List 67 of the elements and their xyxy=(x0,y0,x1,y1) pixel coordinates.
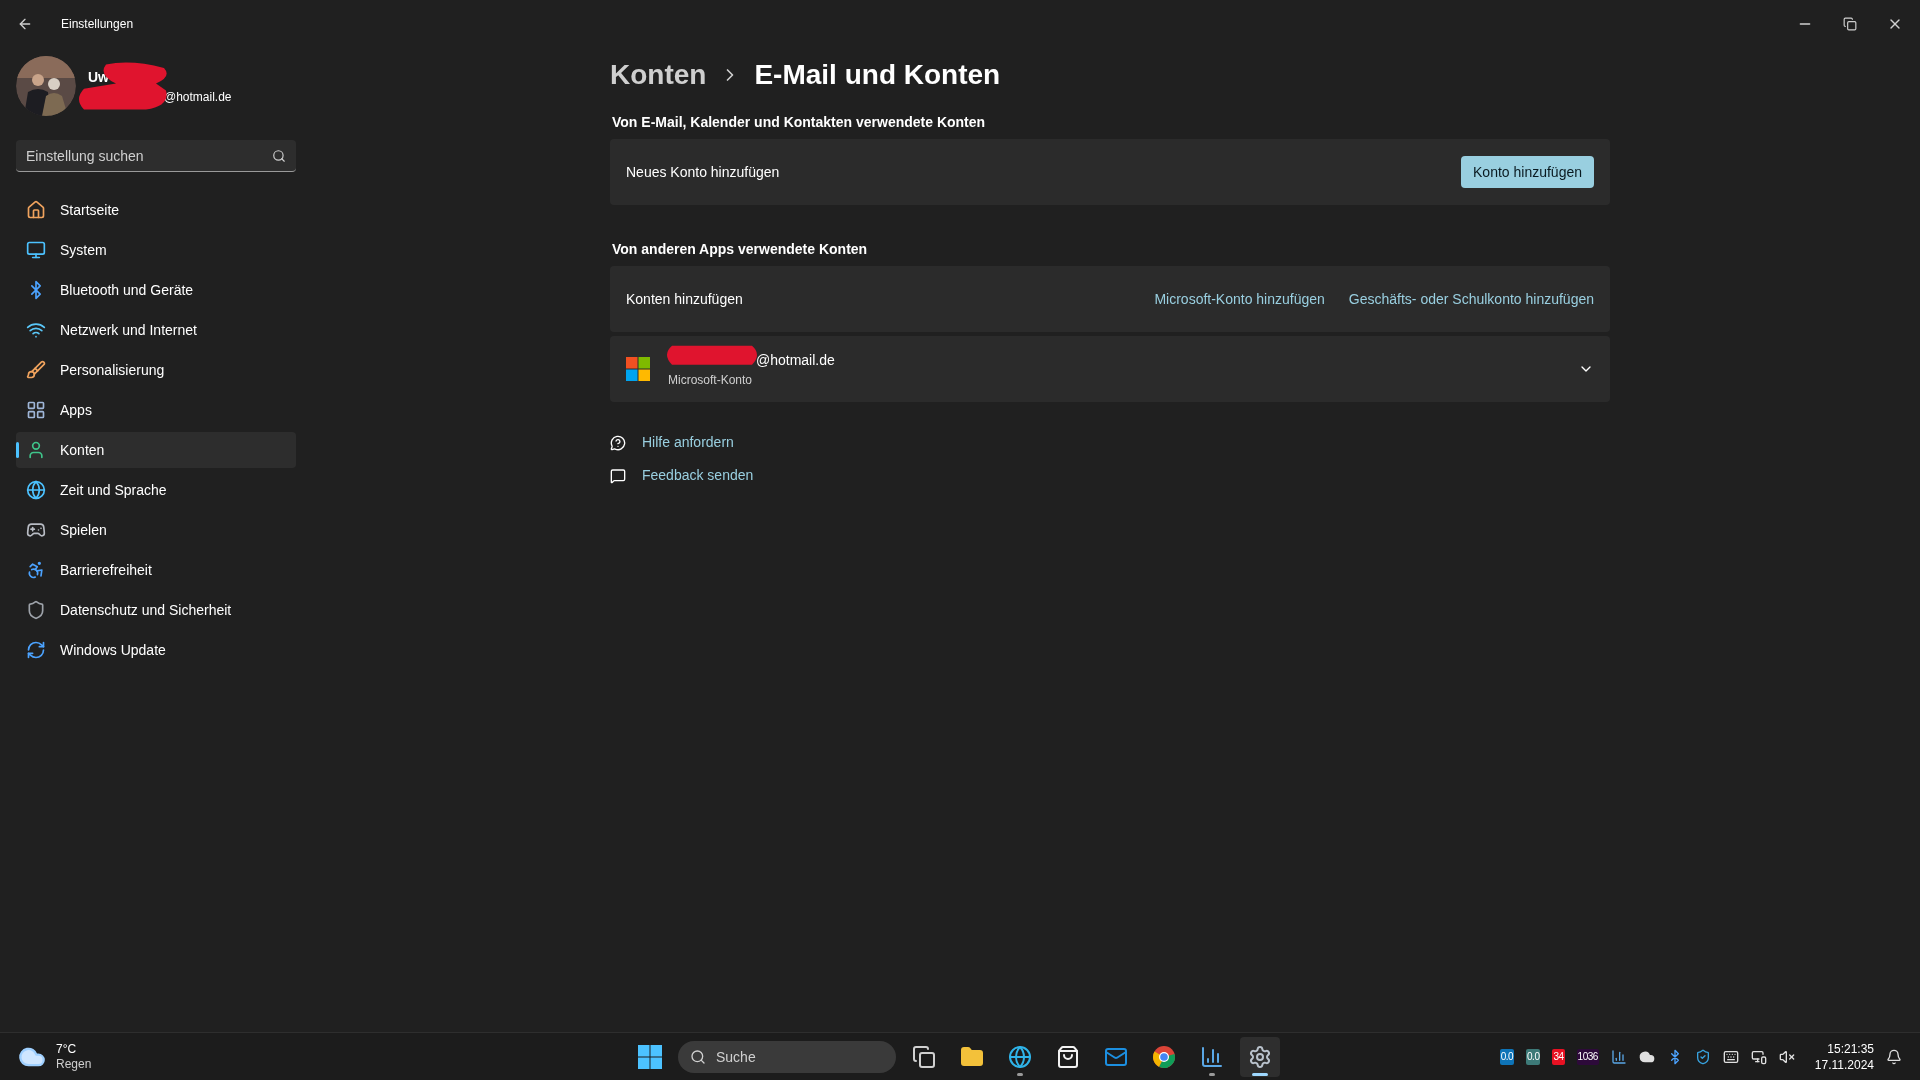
feedback-icon xyxy=(610,467,626,484)
section-heading: Von anderen Apps verwendete Konten xyxy=(612,240,869,259)
profile-email: @hotmail.de xyxy=(164,88,232,106)
keyboard-icon[interactable] xyxy=(1722,1048,1739,1065)
weather-condition: Regen xyxy=(56,1056,92,1072)
add-account-link[interactable]: Geschäfts- oder Schulkonto hinzufügen xyxy=(1348,288,1594,310)
shield-icon xyxy=(26,600,46,620)
taskbar-search[interactable]: Suche xyxy=(678,1040,896,1073)
breadcrumb-link[interactable]: Konten xyxy=(610,54,707,96)
weather-temperature: 7°C xyxy=(56,1041,78,1057)
account-email: @hotmail.de xyxy=(756,350,836,370)
account-type: Microsoft-Konto xyxy=(668,371,754,389)
back-icon[interactable] xyxy=(17,16,33,32)
sidebar-item[interactable]: Windows Update xyxy=(16,632,296,668)
help-link[interactable]: Feedback senden xyxy=(642,465,754,486)
add-account-link[interactable]: Microsoft-Konto hinzufügen xyxy=(1154,288,1325,310)
section-heading: Von E-Mail, Kalender und Kontakten verwendete Konten xyxy=(612,113,987,132)
shield-icon[interactable] xyxy=(1694,1048,1711,1065)
settings-icon[interactable] xyxy=(1248,1044,1272,1069)
accessibility-icon xyxy=(26,560,46,580)
sidebar-item[interactable]: Konten xyxy=(16,432,296,468)
help-icon xyxy=(610,434,626,451)
window-title: Einstellungen xyxy=(61,16,134,33)
apps-icon xyxy=(26,400,46,420)
taskbar-app[interactable] xyxy=(1240,1036,1280,1077)
clock[interactable]: 15:21:35 17.11.2024 xyxy=(1814,1040,1874,1073)
sidebar-item[interactable]: Startseite xyxy=(16,192,296,228)
bag-icon[interactable] xyxy=(1056,1044,1080,1069)
search-icon[interactable] xyxy=(272,149,286,163)
chart-icon[interactable] xyxy=(1610,1048,1627,1065)
chart-icon[interactable] xyxy=(1200,1044,1224,1069)
help-link[interactable]: Hilfe anfordern xyxy=(642,432,734,453)
person-icon xyxy=(26,440,46,460)
sidebar-item[interactable]: Personalisierung xyxy=(16,352,296,388)
browser-icon[interactable] xyxy=(1008,1044,1032,1069)
four-squares-icon xyxy=(626,357,650,381)
card-label: Konten hinzufügen xyxy=(626,289,744,309)
tray-badge[interactable]: 0.0 xyxy=(1499,1048,1515,1065)
sidebar-item[interactable]: Apps xyxy=(16,392,296,428)
gamepad-icon xyxy=(26,520,46,540)
sidebar-item[interactable]: Netzwerk und Internet xyxy=(16,312,296,348)
notification-icon[interactable] xyxy=(1886,1048,1902,1065)
mute-icon[interactable] xyxy=(1778,1048,1795,1065)
add-account-button[interactable]: Konto hinzufügen xyxy=(1461,156,1594,188)
sidebar-item[interactable]: System xyxy=(16,232,296,268)
search-field[interactable]: Einstellung suchen xyxy=(16,140,296,172)
sidebar-item[interactable]: Datenschutz und Sicherheit xyxy=(16,592,296,628)
tray-badge[interactable]: 0.0 xyxy=(1526,1048,1541,1065)
account-card[interactable]: @hotmail.de Microsoft-Konto xyxy=(610,336,1610,402)
sidebar-item[interactable]: Spielen xyxy=(16,512,296,548)
tray-badge[interactable]: 1036 xyxy=(1576,1048,1599,1065)
search-icon xyxy=(690,1048,706,1065)
refresh-icon xyxy=(26,640,46,660)
sidebar-item[interactable]: Barrierefreiheit xyxy=(16,552,296,588)
home-icon xyxy=(26,200,46,220)
card-label: Neues Konto hinzufügen xyxy=(626,162,781,182)
windows-stack-icon[interactable] xyxy=(912,1044,936,1069)
monitor-icon xyxy=(26,240,46,260)
wifi-icon xyxy=(26,320,46,340)
sidebar-item[interactable]: Bluetooth und Geräte xyxy=(16,272,296,308)
restore-icon[interactable] xyxy=(1843,17,1857,31)
folder-icon[interactable] xyxy=(960,1044,984,1069)
brush-icon xyxy=(26,360,46,380)
tray-badge[interactable]: 34 xyxy=(1552,1048,1565,1065)
sidebar-item[interactable]: Zeit und Sprache xyxy=(16,472,296,508)
windows-logo-icon[interactable] xyxy=(638,1044,662,1069)
page-title: E-Mail und Konten xyxy=(754,58,1001,92)
